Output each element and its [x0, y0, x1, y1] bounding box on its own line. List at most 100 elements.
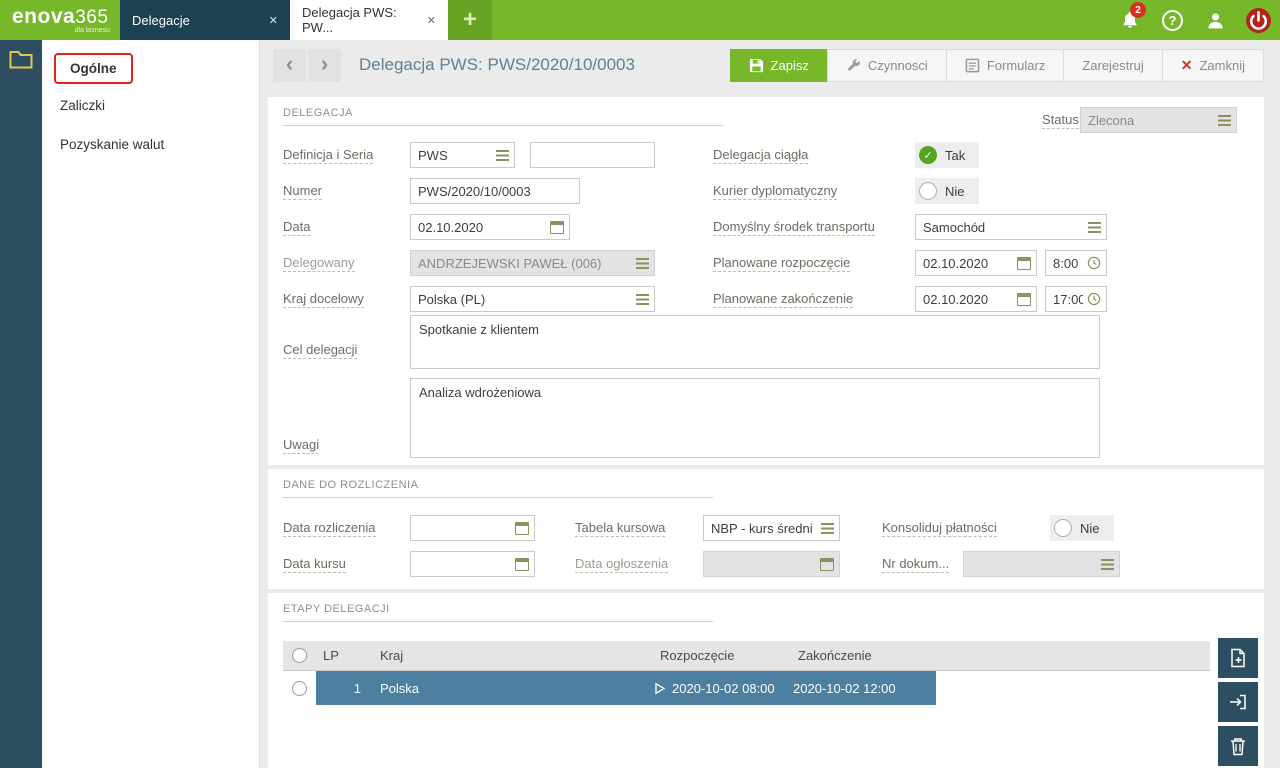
notifications-button[interactable]: 2	[1108, 0, 1151, 40]
konsoliduj-toggle[interactable]: Nie	[1050, 515, 1114, 541]
header-buttons: Zapisz Czynnosci Formularz Zarejestruj ✕…	[730, 49, 1264, 82]
close-x-icon: ✕	[1181, 57, 1193, 74]
cell-kraj: Polska	[373, 671, 653, 705]
list-icon[interactable]	[1101, 559, 1114, 570]
list-icon[interactable]	[496, 150, 509, 161]
form-icon	[965, 58, 980, 73]
column-header-lp[interactable]: LP	[316, 641, 373, 670]
save-button[interactable]: Zapisz	[730, 49, 828, 82]
import-stage-button[interactable]	[1218, 682, 1258, 722]
record-panel: DELEGACJA Status Zlecona Definicja i Ser…	[268, 97, 1264, 768]
row-selector-radio[interactable]	[292, 681, 307, 696]
list-icon[interactable]	[636, 294, 649, 305]
kraj-input[interactable]: Polska (PL)	[410, 286, 655, 312]
column-header-rozpoczecie[interactable]: Rozpoczęcie	[653, 641, 791, 670]
section-title: DELEGACJA	[283, 107, 723, 126]
zakonczenie-date-input[interactable]: 02.10.2020	[915, 286, 1037, 312]
column-header-zakonczenie[interactable]: Zakończenie	[791, 641, 936, 670]
data-ogloszenia-input[interactable]	[703, 551, 840, 577]
seria-input[interactable]	[530, 142, 655, 168]
list-icon[interactable]	[1088, 222, 1101, 233]
sidebar-item-pozyskanie-walut[interactable]: Pozyskanie walut	[42, 125, 259, 164]
sidebar-item-zaliczki[interactable]: Zaliczki	[42, 86, 259, 125]
clock-icon[interactable]	[1087, 292, 1101, 306]
data-rozliczenia-input[interactable]	[410, 515, 535, 541]
transport-label: Domyślny środek transportu	[713, 219, 875, 234]
form-button[interactable]: Formularz	[946, 49, 1065, 82]
register-label: Zarejestruj	[1082, 58, 1143, 73]
import-icon	[1228, 692, 1248, 712]
calendar-icon[interactable]	[1017, 257, 1031, 270]
zakonczenie-label: Planowane zakończenie	[713, 291, 853, 306]
numer-input[interactable]: PWS/2020/10/0003	[410, 178, 580, 204]
play-icon	[653, 682, 666, 695]
table-header-row: LP Kraj Rozpoczęcie Zakończenie	[283, 641, 1210, 671]
definicja-label: Definicja i Seria	[283, 147, 373, 162]
status-label: Status	[1042, 112, 1079, 127]
status-select[interactable]: Zlecona	[1080, 107, 1237, 133]
calendar-icon[interactable]	[820, 558, 834, 571]
rozpoczecie-time-input[interactable]: 8:00	[1045, 250, 1107, 276]
app-logo: enova365 dla biznesu	[0, 0, 120, 40]
list-icon[interactable]	[636, 258, 649, 269]
delegowany-input[interactable]: ANDRZEJEWSKI PAWEŁ (006)	[410, 250, 655, 276]
sidebar: Ogólne Zaliczki Pozyskanie walut	[42, 40, 260, 768]
data-kursu-label: Data kursu	[283, 556, 346, 571]
add-stage-button[interactable]	[1218, 638, 1258, 678]
rozpoczecie-date-input[interactable]: 02.10.2020	[915, 250, 1037, 276]
calendar-icon[interactable]	[1017, 293, 1031, 306]
section-delegacja: DELEGACJA Status Zlecona Definicja i Ser…	[268, 97, 1264, 465]
close-button[interactable]: ✕ Zamknij	[1162, 49, 1264, 82]
tab-delegacja-pws[interactable]: Delegacja PWS: PW... ✕	[290, 0, 448, 40]
clock-icon[interactable]	[1087, 256, 1101, 270]
new-tab-button[interactable]: +	[448, 0, 492, 40]
transport-input[interactable]: Samochód	[915, 214, 1107, 240]
nr-dokum-input[interactable]	[963, 551, 1120, 577]
save-icon	[749, 58, 764, 73]
calendar-icon[interactable]	[550, 221, 564, 234]
logout-button[interactable]	[1237, 0, 1280, 40]
cel-textarea[interactable]: Spotkanie z klientem	[410, 315, 1100, 369]
tab-close-icon[interactable]: ✕	[427, 14, 436, 27]
help-icon: ?	[1162, 10, 1183, 31]
back-button[interactable]: ‹	[273, 49, 306, 82]
folder-icon	[9, 49, 33, 69]
row-selector-radio[interactable]	[292, 648, 307, 663]
definicja-input[interactable]: PWS	[410, 142, 515, 168]
data-kursu-input[interactable]	[410, 551, 535, 577]
tabela-kursowa-input[interactable]: NBP - kurs średni (	[703, 515, 840, 541]
forward-button[interactable]: ›	[308, 49, 341, 82]
user-button[interactable]	[1194, 0, 1237, 40]
uwagi-textarea[interactable]: Analiza wdrożeniowa	[410, 378, 1100, 458]
delete-stage-button[interactable]	[1218, 726, 1258, 766]
tab-close-icon[interactable]: ✕	[269, 14, 278, 27]
list-icon[interactable]	[821, 523, 834, 534]
list-icon[interactable]	[1218, 115, 1231, 126]
data-label: Data	[283, 219, 310, 234]
etapy-toolbar	[1218, 638, 1258, 766]
folder-button[interactable]	[0, 40, 42, 78]
zakonczenie-time-input[interactable]: 17:00	[1045, 286, 1107, 312]
data-input[interactable]: 02.10.2020	[410, 214, 570, 240]
topbar: enova365 dla biznesu Delegacje ✕ Delegac…	[0, 0, 1280, 40]
tab-delegacje[interactable]: Delegacje ✕	[120, 0, 290, 40]
calendar-icon[interactable]	[515, 558, 529, 571]
actions-label: Czynnosci	[868, 58, 928, 73]
kraj-label: Kraj docelowy	[283, 291, 364, 306]
table-row[interactable]: 1 Polska 2020-10-02 08:00 2020-10-02 12:…	[283, 671, 1210, 705]
column-header-kraj[interactable]: Kraj	[373, 641, 653, 670]
sidebar-item-label: Ogólne	[54, 53, 133, 84]
form-label: Formularz	[987, 58, 1046, 73]
help-button[interactable]: ?	[1151, 0, 1194, 40]
actions-button[interactable]: Czynnosci	[827, 49, 947, 82]
sidebar-item-ogolne[interactable]: Ogólne	[42, 53, 259, 86]
person-icon	[1205, 10, 1226, 31]
logo-tagline: dla biznesu	[12, 27, 120, 34]
rozpoczecie-label: Planowane rozpoczęcie	[713, 255, 850, 270]
register-button[interactable]: Zarejestruj	[1063, 49, 1162, 82]
radio-unchecked-icon	[1054, 519, 1072, 537]
selected-row-band[interactable]: 1 Polska 2020-10-02 08:00 2020-10-02 12:…	[316, 671, 936, 705]
calendar-icon[interactable]	[515, 522, 529, 535]
delegacja-ciagla-toggle[interactable]: ✓ Tak	[915, 142, 979, 168]
kurier-toggle[interactable]: Nie	[915, 178, 979, 204]
